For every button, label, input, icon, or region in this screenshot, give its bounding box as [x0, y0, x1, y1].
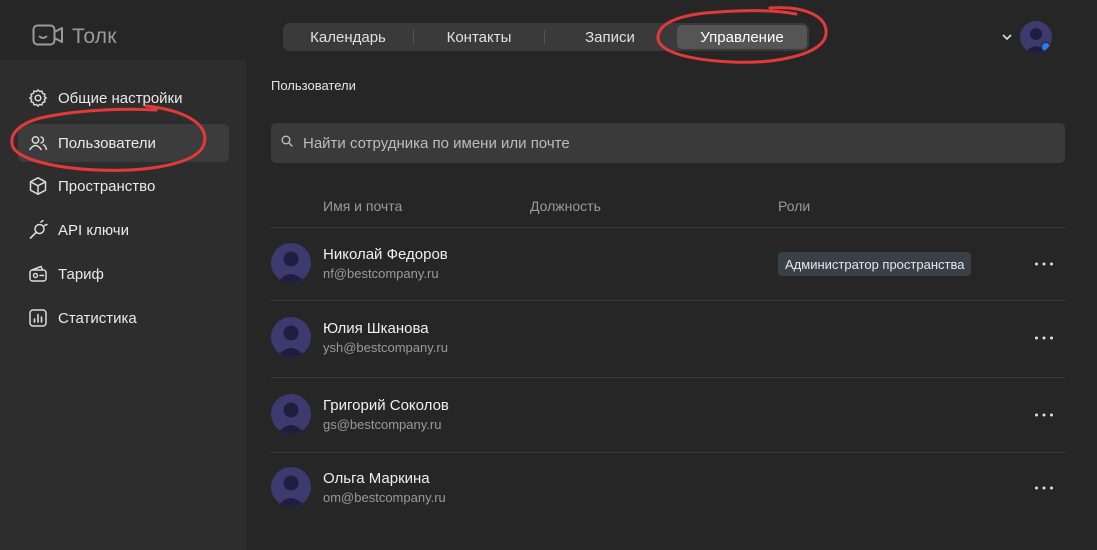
page-title: Пользователи	[271, 78, 356, 93]
column-header-roles[interactable]: Роли	[778, 198, 810, 214]
app-logo[interactable]: Толк	[32, 24, 117, 50]
person-icon	[277, 475, 305, 507]
user-name: Николай Федоров	[323, 246, 448, 263]
person-icon	[277, 325, 305, 357]
sidebar-item-label: Пространство	[58, 177, 156, 195]
gear-icon	[28, 88, 48, 108]
tab-label: Контакты	[446, 28, 512, 46]
user-menu[interactable]	[1002, 20, 1052, 54]
role-badge: Администратор пространства	[778, 252, 972, 276]
tab-recordings[interactable]: Записи	[545, 25, 675, 49]
user-email: om@bestcompany.ru	[323, 490, 446, 505]
avatar	[271, 394, 311, 434]
user-name: Юлия Шканова	[323, 320, 429, 337]
table-row[interactable]: Ольга Маркина om@bestcompany.ru	[271, 452, 1065, 524]
user-email: nf@bestcompany.ru	[323, 266, 439, 281]
column-header-name-email[interactable]: Имя и почта	[323, 198, 402, 214]
online-status-dot	[1041, 42, 1051, 52]
search-icon	[281, 134, 293, 152]
table-row[interactable]: Юлия Шканова ysh@bestcompany.ru	[271, 300, 1065, 377]
ellipsis-icon	[1035, 486, 1053, 490]
user-email: gs@bestcompany.ru	[323, 417, 442, 432]
sidebar-item-api-keys[interactable]: API ключи	[18, 211, 229, 249]
sidebar-item-label: Общие настройки	[58, 89, 183, 107]
sidebar-item-statistics[interactable]: Статистика	[18, 299, 229, 337]
avatar	[271, 243, 311, 283]
table-row[interactable]: Григорий Соколов gs@bestcompany.ru	[271, 377, 1065, 452]
table-row[interactable]: Николай Федоров nf@bestcompany.ru Админи…	[271, 227, 1065, 301]
user-avatar[interactable]	[1020, 21, 1052, 53]
more-actions-button[interactable]	[1033, 253, 1055, 275]
cube-icon	[28, 176, 48, 196]
wallet-icon	[28, 264, 48, 284]
tab-label: Записи	[585, 28, 635, 46]
avatar	[271, 467, 311, 507]
tab-contacts[interactable]: Контакты	[414, 25, 544, 49]
avatar	[271, 317, 311, 357]
sidebar-item-label: Пользователи	[58, 134, 156, 152]
more-actions-button[interactable]	[1033, 477, 1055, 499]
tab-calendar[interactable]: Календарь	[283, 25, 413, 49]
sidebar: Общие настройки Пользователи Пространств…	[0, 60, 246, 550]
user-name: Григорий Соколов	[323, 397, 449, 414]
user-email: ysh@bestcompany.ru	[323, 340, 448, 355]
sidebar-item-users[interactable]: Пользователи	[18, 124, 229, 162]
chart-icon	[28, 308, 48, 328]
app-name: Толк	[72, 25, 117, 48]
camera-icon	[32, 24, 64, 51]
tab-label: Календарь	[310, 28, 386, 46]
main-nav: Календарь Контакты Записи Управление	[283, 23, 809, 51]
column-header-position[interactable]: Должность	[530, 198, 601, 214]
sidebar-item-tariff[interactable]: Тариф	[18, 255, 229, 293]
top-bar: Толк Календарь Контакты Записи Управлени…	[0, 0, 1097, 60]
sidebar-item-label: API ключи	[58, 221, 129, 239]
tab-management[interactable]: Управление	[677, 25, 807, 49]
user-name: Ольга Маркина	[323, 470, 430, 487]
sidebar-item-general-settings[interactable]: Общие настройки	[18, 79, 229, 117]
sidebar-item-space[interactable]: Пространство	[18, 167, 229, 205]
ellipsis-icon	[1035, 336, 1053, 340]
search-input[interactable]	[301, 133, 1045, 153]
search-bar[interactable]	[271, 123, 1065, 163]
person-icon	[277, 402, 305, 434]
ellipsis-icon	[1035, 262, 1053, 266]
chevron-down-icon[interactable]	[1002, 28, 1012, 46]
sidebar-item-label: Тариф	[58, 265, 104, 283]
person-icon	[277, 251, 305, 283]
users-icon	[28, 133, 48, 153]
ellipsis-icon	[1035, 413, 1053, 417]
api-plug-icon	[28, 220, 48, 240]
more-actions-button[interactable]	[1033, 404, 1055, 426]
more-actions-button[interactable]	[1033, 327, 1055, 349]
tab-label: Управление	[700, 28, 784, 46]
sidebar-item-label: Статистика	[58, 309, 137, 327]
main-content: Пользователи Имя и почта Должность Роли …	[246, 60, 1097, 550]
